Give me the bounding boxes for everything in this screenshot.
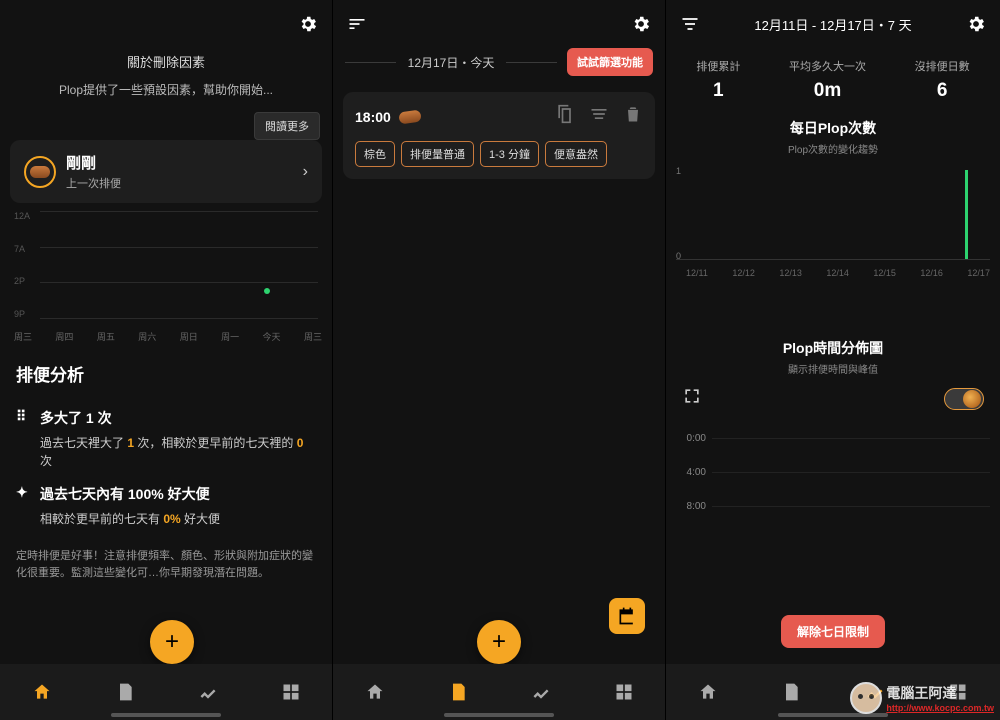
stat-empty-days: 沒排便日數6 [915, 58, 970, 102]
card-subtitle: 上一次排便 [66, 175, 121, 191]
stat-total: 排便累計1 [696, 58, 740, 102]
footnote-text: 定時排便是好事！注意排便頻率、顏色、形狀與附加症狀的變化很重要。監測這些變化可…… [0, 542, 332, 587]
read-more-button[interactable]: 閱讀更多 [254, 112, 320, 140]
nav-more[interactable] [277, 678, 305, 706]
log-entry-card[interactable]: 18:00 棕色 排便量普通 1-3 分鐘 便意盎然 [343, 92, 655, 179]
nav-more[interactable] [944, 678, 972, 706]
date-header: 12月17日・今天 [404, 54, 499, 71]
settings-icon[interactable] [629, 12, 653, 36]
last-plop-card[interactable]: 剛剛 上一次排便 › [10, 140, 322, 203]
poop-icon [398, 109, 421, 124]
nav-trends[interactable] [194, 678, 222, 706]
settings-icon[interactable] [296, 12, 320, 36]
chip-color: 棕色 [355, 141, 395, 167]
nav-home[interactable] [28, 678, 56, 706]
home-indicator [444, 713, 554, 717]
data-point [264, 288, 270, 294]
intro-description: Plop提供了一些預設因素，幫助你開始... [16, 81, 316, 98]
analysis-item: ✦過去七天內有 100% 好大便 相較於更早前的七天有 0% 好大便 [16, 484, 316, 528]
entry-time: 18:00 [355, 109, 391, 125]
bottom-nav [666, 664, 1000, 720]
week-scatter-chart: 12A 7A 2P 9P 周三周四周五周六周日周一今天周三 [10, 211, 322, 343]
card-title: 剛剛 [66, 152, 121, 173]
nav-home[interactable] [361, 678, 389, 706]
poop-ring-icon [24, 156, 56, 188]
edit-icon[interactable] [589, 104, 609, 129]
daily-bar-chart: 10 [676, 170, 990, 260]
nav-more[interactable] [610, 678, 638, 706]
chart2-title: Plop時間分佈圖 [666, 338, 1000, 358]
copy-icon[interactable] [555, 104, 575, 129]
grid-icon: ⠿ [16, 408, 32, 425]
nav-trends[interactable] [527, 678, 555, 706]
sparkle-icon: ✦ [16, 484, 32, 501]
analysis-item: ⠿多大了 1 次 過去七天裡大了 1 次，相較於更早前的七天裡的 0 次 [16, 408, 316, 470]
chip-amount: 排便量普通 [401, 141, 474, 167]
home-indicator [111, 713, 221, 717]
nav-log[interactable] [444, 678, 472, 706]
intro-title: 關於刪除因素 [16, 52, 316, 71]
chevron-right-icon: › [303, 163, 308, 181]
filter-icon[interactable] [678, 12, 702, 36]
add-fab-button[interactable]: + [150, 620, 194, 664]
home-indicator [778, 713, 888, 717]
calendar-button[interactable] [609, 598, 645, 634]
nav-trends[interactable] [861, 678, 889, 706]
chart1-title: 每日Plop次數 [666, 118, 1000, 138]
chart2-subtitle: 顯示排便時間與峰值 [666, 361, 1000, 376]
date-range[interactable]: 12月11日 - 12月17日・7 天 [754, 15, 911, 34]
bottom-nav [0, 664, 332, 720]
time-distribution-chart: 0:00 4:00 8:00 [676, 421, 990, 523]
expand-icon[interactable] [682, 386, 702, 411]
chip-duration: 1-3 分鐘 [480, 141, 539, 167]
sort-icon[interactable] [345, 12, 369, 36]
nav-log[interactable] [111, 678, 139, 706]
chart1-subtitle: Plop次數的變化趨勢 [666, 141, 1000, 156]
stat-avg: 平均多久大一次0m [789, 58, 866, 102]
settings-icon[interactable] [964, 12, 988, 36]
filter-promo-button[interactable]: 試試篩選功能 [567, 48, 653, 76]
analysis-section-title: 排便分析 [0, 343, 332, 394]
bottom-nav [333, 664, 665, 720]
chart-toggle[interactable] [944, 388, 984, 410]
nav-log[interactable] [777, 678, 805, 706]
chip-feeling: 便意盎然 [545, 141, 607, 167]
delete-icon[interactable] [623, 104, 643, 129]
add-fab-button[interactable]: + [477, 620, 521, 664]
unlock-button[interactable]: 解除七日限制 [781, 615, 885, 648]
nav-home[interactable] [694, 678, 722, 706]
